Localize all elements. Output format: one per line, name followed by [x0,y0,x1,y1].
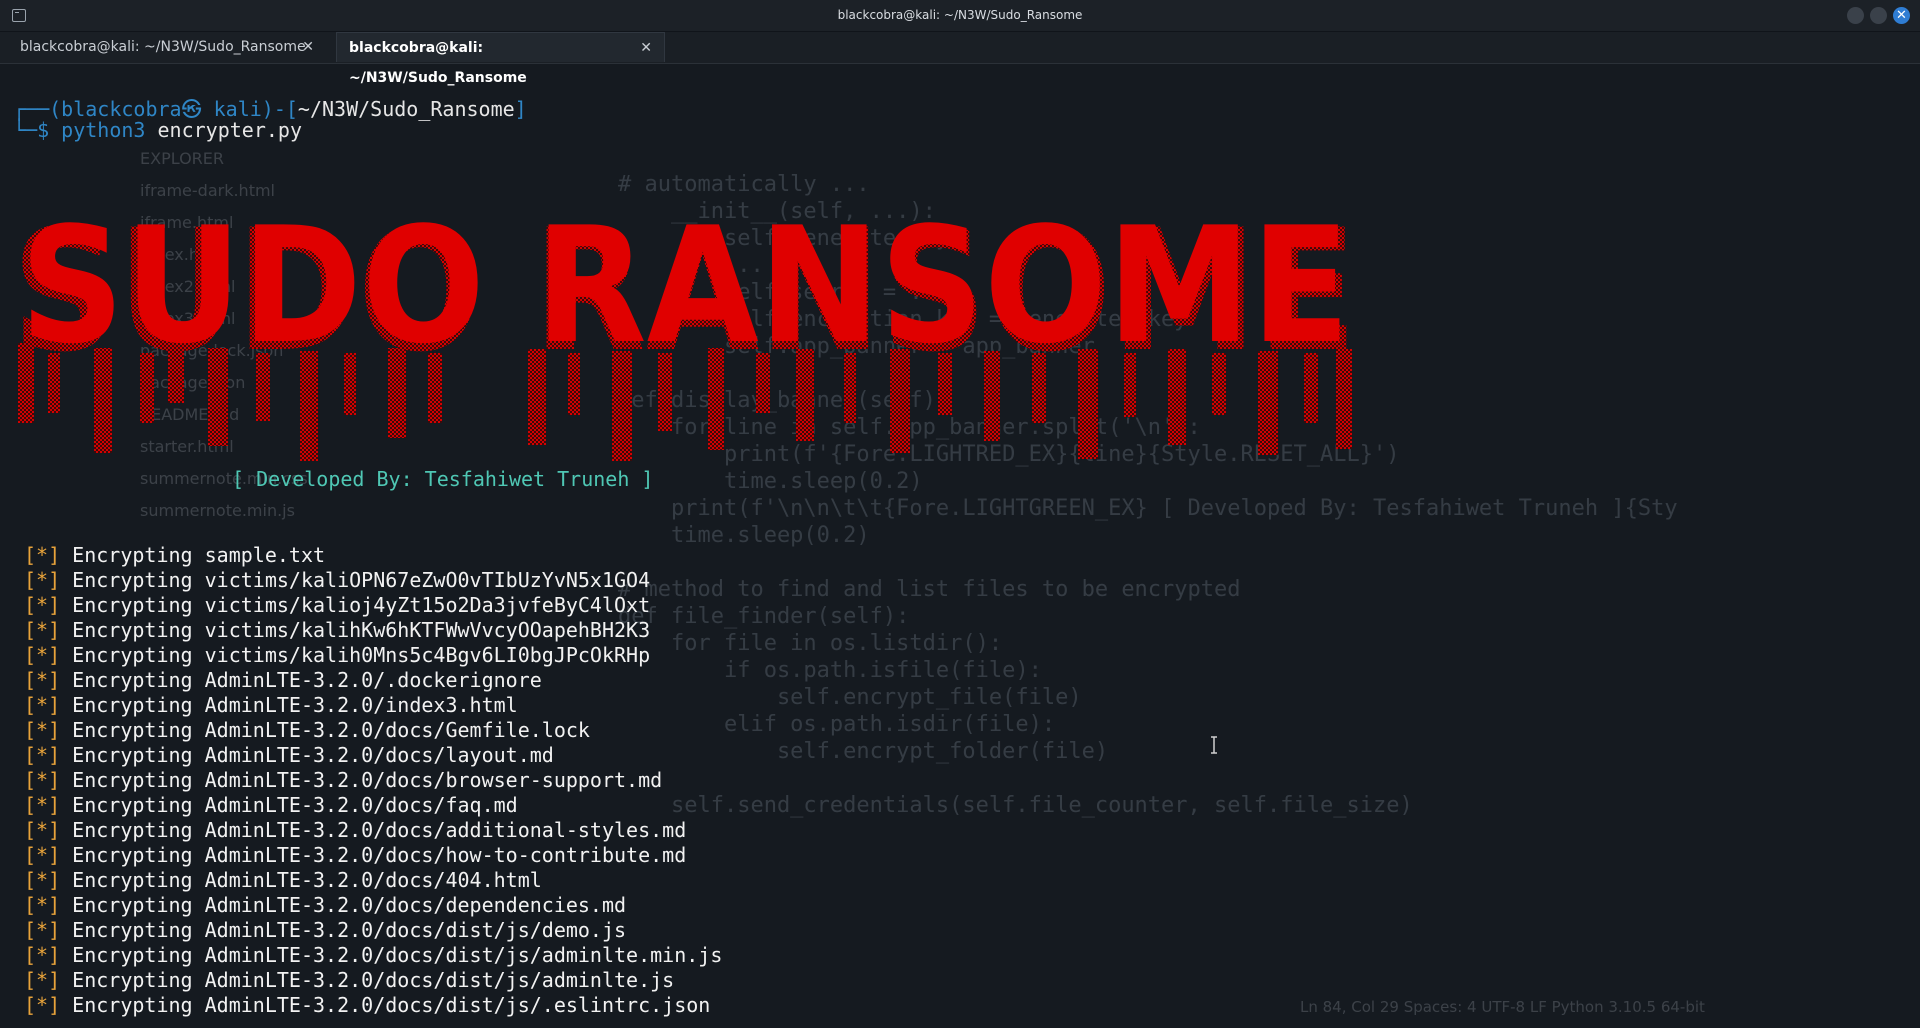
log-line: [*] Encrypting AdminLTE-3.2.0/docs/layou… [24,743,722,768]
terminal-tab-bar: blackcobra@kali: ~/N3W/Sudo_Ransome ✕ bl… [0,32,1920,86]
log-marker: [*] [24,968,61,992]
log-line: [*] Encrypting AdminLTE-3.2.0/docs/Gemfi… [24,718,722,743]
log-line: [*] Encrypting AdminLTE-3.2.0/docs/addit… [24,818,722,843]
prompt-suffix: ] [514,97,527,121]
log-line: [*] Encrypting victims/kalih0Mns5c4Bgv6L… [24,643,722,668]
encryption-log: [*] Encrypting sample.txt [*] Encrypting … [24,543,722,1018]
close-window-button[interactable]: ✕ [1893,7,1910,24]
log-marker: [*] [24,868,61,892]
log-marker: [*] [24,993,61,1017]
log-line: [*] Encrypting AdminLTE-3.2.0/docs/404.h… [24,868,722,893]
log-text: Encrypting AdminLTE-3.2.0/docs/dist/js/a… [72,943,723,967]
log-marker: [*] [24,918,61,942]
minimize-button[interactable] [1847,7,1864,24]
log-text: Encrypting AdminLTE-3.2.0/.dockerignore [72,668,542,692]
log-line: [*] Encrypting victims/kalioj4yZt15o2Da3… [24,593,722,618]
log-line: [*] Encrypting AdminLTE-3.2.0/docs/dist/… [24,993,722,1018]
log-text: Encrypting AdminLTE-3.2.0/docs/how-to-co… [72,843,687,867]
close-tab-icon[interactable]: ✕ [640,33,652,63]
log-text: Encrypting victims/kaliOPN67eZwO0vTIbUzY… [72,568,651,592]
log-marker: [*] [24,793,61,817]
log-marker: [*] [24,543,61,567]
tab-label: blackcobra@kali: ~/N3W/Sudo_Ransome [20,39,306,55]
log-text: Encrypting AdminLTE-3.2.0/docs/404.html [72,868,542,892]
log-line: [*] Encrypting victims/kaliOPN67eZwO0vTI… [24,568,722,593]
terminal-tab-1[interactable]: blackcobra@kali: ~/N3W/Sudo_Ransome ✕ [8,32,326,62]
window-titlebar: blackcobra@kali: ~/N3W/Sudo_Ransome ✕ [0,0,1920,32]
log-text: Encrypting AdminLTE-3.2.0/docs/browser-s… [72,768,663,792]
log-line: [*] Encrypting AdminLTE-3.2.0/docs/dist/… [24,968,722,993]
log-line: [*] Encrypting victims/kalihKw6hKTFWwVvc… [24,618,722,643]
log-text: Encrypting AdminLTE-3.2.0/docs/dependenc… [72,893,627,917]
log-line: [*] Encrypting AdminLTE-3.2.0/docs/faq.m… [24,793,722,818]
log-marker: [*] [24,743,61,767]
command-name: python3 [61,118,146,142]
sudo-ransome-banner: SUDO RANSOME SUDO RANSOME [12,192,1357,461]
log-text: Encrypting AdminLTE-3.2.0/docs/faq.md [72,793,518,817]
log-marker: [*] [24,943,61,967]
log-line: [*] Encrypting AdminLTE-3.2.0/docs/depen… [24,893,722,918]
log-marker: [*] [24,818,61,842]
log-marker: [*] [24,693,61,717]
log-line: [*] Encrypting AdminLTE-3.2.0/docs/brows… [24,768,722,793]
log-marker: [*] [24,643,61,667]
log-text: Encrypting victims/kalioj4yZt15o2Da3jvfe… [72,593,651,617]
log-text: Encrypting AdminLTE-3.2.0/docs/Gemfile.l… [72,718,590,742]
log-text: Encrypting AdminLTE-3.2.0/docs/dist/js/d… [72,918,627,942]
log-marker: [*] [24,718,61,742]
log-text: Encrypting AdminLTE-3.2.0/index3.html [72,693,518,717]
log-marker: [*] [24,668,61,692]
log-line: [*] Encrypting sample.txt [24,543,722,568]
log-text: Encrypting AdminLTE-3.2.0/docs/dist/js/.… [72,993,711,1017]
log-marker: [*] [24,768,61,792]
prompt-path: ~/N3W/Sudo_Ransome [297,97,515,121]
log-text: Encrypting victims/kalih0Mns5c4Bgv6LI0bg… [72,643,651,667]
log-marker: [*] [24,593,61,617]
close-tab-icon[interactable]: ✕ [302,32,314,62]
window-title: blackcobra@kali: ~/N3W/Sudo_Ransome [837,8,1083,22]
log-line: [*] Encrypting AdminLTE-3.2.0/docs/dist/… [24,943,722,968]
log-line: [*] Encrypting AdminLTE-3.2.0/.dockerign… [24,668,722,693]
text-cursor-icon [1211,736,1217,754]
log-text: Encrypting AdminLTE-3.2.0/docs/layout.md [72,743,554,767]
terminal-output[interactable]: ┌──(blackcobra㉿ kali)-[~/N3W/Sudo_Ransom… [0,63,1920,1028]
terminal-tab-2[interactable]: blackcobra@kali: ~/N3W/Sudo_Ransome ✕ [336,32,665,86]
log-marker: [*] [24,618,61,642]
command-line: └─$ python3 encrypter.py [13,118,302,142]
developed-by-line: [ Developed By: Tesfahiwet Truneh ] [232,467,654,491]
log-marker: [*] [24,893,61,917]
log-text: Encrypting AdminLTE-3.2.0/docs/additiona… [72,818,687,842]
log-line: [*] Encrypting AdminLTE-3.2.0/index3.htm… [24,693,722,718]
log-text: Encrypting sample.txt [72,543,326,567]
log-line: [*] Encrypting AdminLTE-3.2.0/docs/how-t… [24,843,722,868]
maximize-button[interactable] [1870,7,1887,24]
command-argument: encrypter.py [145,118,303,142]
log-text: Encrypting victims/kalihKw6hKTFWwVvcyOOa… [72,618,651,642]
prompt-dollar: └─$ [13,118,62,142]
log-marker: [*] [24,568,61,592]
log-line: [*] Encrypting AdminLTE-3.2.0/docs/dist/… [24,918,722,943]
log-text: Encrypting AdminLTE-3.2.0/docs/dist/js/a… [72,968,675,992]
log-marker: [*] [24,843,61,867]
